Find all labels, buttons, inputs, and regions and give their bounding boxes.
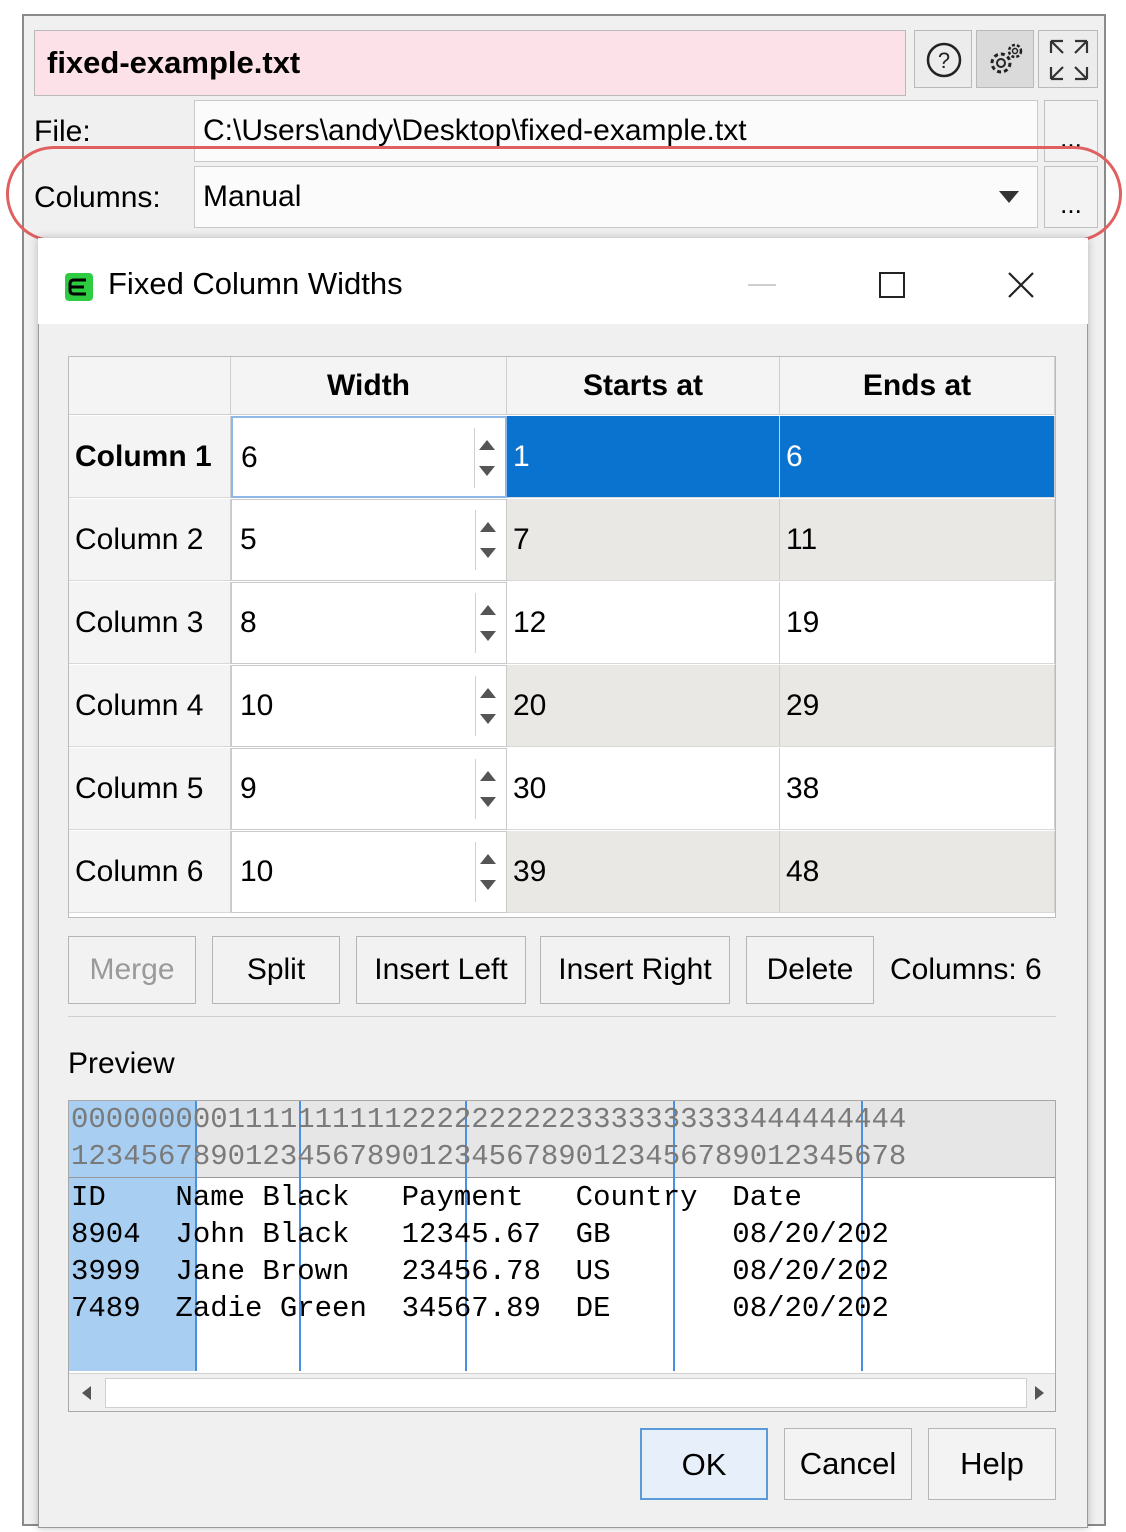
spinner-arrows-icon[interactable] [475,759,500,819]
ruler-units: 1234567890123456789012345678901234567890… [71,1140,907,1173]
spinner-arrows-icon[interactable] [474,428,499,488]
start-cell[interactable]: 12 [507,582,780,664]
start-cell[interactable]: 1 [507,416,780,498]
width-spinner-column-3[interactable]: 8 [231,582,507,664]
row-header-column-1[interactable]: Column 1 [69,416,231,498]
end-cell[interactable]: 6 [780,416,1055,498]
divider [68,1016,1056,1017]
panel-title: fixed-example.txt [34,30,906,96]
table-corner [69,357,231,415]
expand-icon [1049,39,1089,81]
insert-left-button[interactable]: Insert Left [356,936,526,1004]
app-icon [65,273,93,301]
spinner-arrows-icon[interactable] [475,510,500,570]
row-header-column-3[interactable]: Column 3 [69,582,231,664]
width-spinner-column-6[interactable]: 10 [231,831,507,913]
ruler-tens: 0000000001111111111222222222233333333334… [71,1103,907,1136]
width-value: 8 [240,606,257,639]
scroll-right-icon[interactable] [1029,1383,1049,1403]
end-cell[interactable]: 11 [780,499,1055,581]
help-icon: ? [926,42,962,78]
scroll-left-icon[interactable] [77,1383,97,1403]
settings-button[interactable] [976,30,1034,88]
width-value: 10 [240,855,274,888]
ok-button[interactable]: OK [640,1428,768,1500]
width-value: 5 [240,523,257,556]
delete-button[interactable]: Delete [746,936,874,1004]
row-header-column-2[interactable]: Column 2 [69,499,231,581]
maximize-icon[interactable] [868,266,914,306]
end-cell[interactable]: 38 [780,748,1055,830]
start-cell[interactable]: 39 [507,831,780,913]
split-button[interactable]: Split [212,936,340,1004]
dialog-title: Fixed Column Widths [108,266,403,301]
help-dialog-button[interactable]: Help [928,1428,1056,1500]
preview-line: 7489 Zadie Green 34567.89 DE 08/20/202 [71,1292,889,1325]
preview-label: Preview [68,1047,175,1080]
header-width[interactable]: Width [231,357,507,415]
start-cell[interactable]: 7 [507,499,780,581]
header-starts-at[interactable]: Starts at [507,357,780,415]
width-value: 6 [241,441,258,474]
preview-line: ID Name Black Payment Country Date [71,1181,802,1214]
columns-count: Columns: 6 [890,953,1042,986]
insert-right-button[interactable]: Insert Right [540,936,730,1004]
preview-pane[interactable]: 0000000001111111111222222222233333333334… [68,1100,1056,1412]
ruler-divider [69,1177,1055,1178]
highlight-ring [6,146,1122,242]
merge-button[interactable]: Merge [68,936,196,1004]
width-value: 10 [240,689,274,722]
maximize-button[interactable] [1038,30,1098,88]
help-button[interactable]: ? [914,30,972,88]
close-icon[interactable] [998,266,1044,306]
end-cell[interactable]: 29 [780,665,1055,747]
row-header-column-6[interactable]: Column 6 [69,831,231,913]
preview-line: 3999 Jane Brown 23456.78 US 08/20/202 [71,1255,889,1288]
width-spinner-column-2[interactable]: 5 [231,499,507,581]
start-cell[interactable]: 30 [507,748,780,830]
header-ends-at[interactable]: Ends at [780,357,1055,415]
horizontal-scrollbar[interactable] [69,1373,1055,1411]
scrollbar-thumb[interactable] [105,1378,1027,1408]
start-cell[interactable]: 20 [507,665,780,747]
width-value: 9 [240,772,257,805]
cancel-button[interactable]: Cancel [784,1428,912,1500]
width-spinner-column-5[interactable]: 9 [231,748,507,830]
spinner-arrows-icon[interactable] [475,842,500,902]
preview-line: 8904 John Black 12345.67 GB 08/20/202 [71,1218,889,1251]
row-header-column-4[interactable]: Column 4 [69,665,231,747]
gears-icon [990,43,1023,74]
svg-text:?: ? [938,48,950,73]
spinner-arrows-icon[interactable] [475,676,500,736]
width-spinner-column-4[interactable]: 10 [231,665,507,747]
spinner-arrows-icon[interactable] [475,593,500,653]
end-cell[interactable]: 19 [780,582,1055,664]
minimize-icon [748,284,776,286]
end-cell[interactable]: 48 [780,831,1055,913]
row-header-column-5[interactable]: Column 5 [69,748,231,830]
width-spinner-column-1[interactable]: 6 [231,416,507,498]
